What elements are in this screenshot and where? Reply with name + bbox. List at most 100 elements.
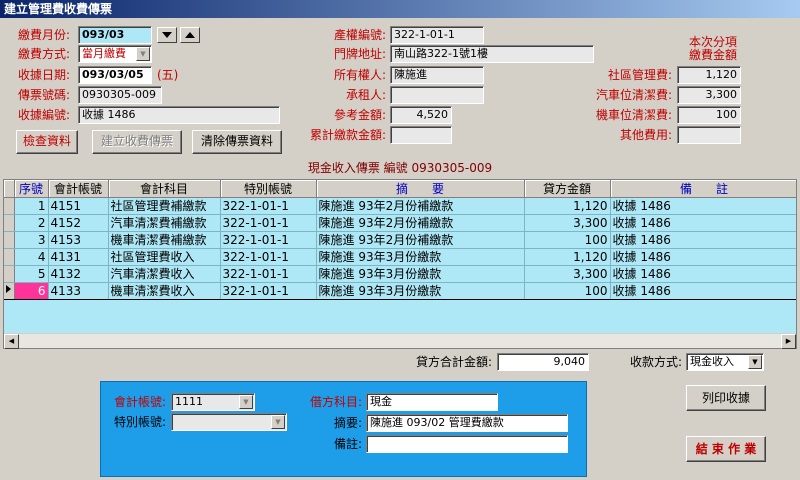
cell-subject[interactable]: 社區管理費補繳款 [108,197,221,215]
fee-method-select[interactable]: 當月繳費 ▼ [78,45,152,63]
clear-voucher-button[interactable]: 清除傳票資料 [192,130,282,154]
window-title: 建立管理費收費傳票 [0,0,800,18]
cell-subject[interactable]: 機車清潔費補繳款 [108,231,221,249]
fee-label-car: 汽車位清潔費: [595,88,672,102]
col-header-credit[interactable]: 貸方金額 [524,180,611,198]
col-header-acct[interactable]: 會計帳號 [48,180,109,198]
tenant-field [390,86,484,104]
col-header-summary[interactable]: 摘 要 [316,180,525,198]
address-field: 南山路322-1號1樓 [390,45,594,63]
ref-amount-label: 參考金額: [333,108,386,122]
col-header-seq[interactable]: 序號 [14,180,49,198]
cell-seq[interactable]: 5 [14,265,49,283]
table-row[interactable]: 4 4131 社區管理費收入 322-1-01-1 陳施進 93年3月份繳款 1… [4,248,796,266]
fee-month-input[interactable]: 093/03 [78,26,152,44]
panel-acct-value: 1111 [175,395,203,408]
panel-note-field [366,435,568,453]
cell-credit[interactable]: 100 [524,231,611,249]
voucher-no-label: 傳票號碼: [18,88,71,102]
cell-special[interactable]: 322-1-01-1 [220,265,317,283]
col-header-special[interactable]: 特別帳號 [220,180,317,198]
chevron-down-icon[interactable]: ▼ [239,395,253,409]
print-receipt-button[interactable]: 列印收據 [686,385,766,411]
scroll-right-icon[interactable]: ▶ [781,334,796,349]
cell-acct[interactable]: 4132 [48,265,109,283]
cell-special[interactable]: 322-1-01-1 [220,214,317,232]
table-row[interactable]: 1 4151 社區管理費補繳款 322-1-01-1 陳施進 93年2月份補繳款… [4,197,796,215]
col-header-note[interactable]: 備 註 [610,180,796,198]
cell-credit[interactable]: 1,120 [524,248,611,266]
payment-method-select[interactable]: 現金收入 ▼ [686,353,764,371]
cell-seq[interactable]: 6 [14,282,49,300]
table-row[interactable]: 5 4132 汽車清潔費收入 322-1-01-1 陳施進 93年3月份繳款 3… [4,265,796,283]
cell-seq[interactable]: 1 [14,197,49,215]
cell-summary[interactable]: 陳施進 93年3月份繳款 [316,248,525,266]
cell-subject[interactable]: 汽車清潔費收入 [108,265,221,283]
cell-summary[interactable]: 陳施進 93年2月份補繳款 [316,214,525,232]
cell-seq[interactable]: 3 [14,231,49,249]
cell-note[interactable]: 收據 1486 [610,231,796,249]
cell-special[interactable]: 322-1-01-1 [220,282,317,300]
cell-note[interactable]: 收據 1486 [610,214,796,232]
chevron-down-icon[interactable]: ▼ [136,47,150,61]
row-selector[interactable] [4,231,15,249]
fee-label-community: 社區管理費: [607,68,672,82]
cell-acct[interactable]: 4133 [48,282,109,300]
table-row[interactable]: 3 4153 機車清潔費補繳款 322-1-01-1 陳施進 93年2月份補繳款… [4,231,796,249]
row-selector[interactable] [4,214,15,232]
panel-acct-select[interactable]: 1111 ▼ [171,393,255,411]
cell-note[interactable]: 收據 1486 [610,282,796,300]
cell-special[interactable]: 322-1-01-1 [220,248,317,266]
table-row[interactable]: 2 4152 汽車清潔費補繳款 322-1-01-1 陳施進 93年2月份補繳款… [4,214,796,232]
chevron-down-icon[interactable]: ▼ [748,355,762,369]
tenant-label: 承租人: [345,88,386,102]
cell-acct[interactable]: 4131 [48,248,109,266]
col-header-subject[interactable]: 會計科目 [108,180,221,198]
fee-label-motorcycle: 機車位清潔費: [595,108,672,122]
cell-acct[interactable]: 4152 [48,214,109,232]
cell-acct[interactable]: 4153 [48,231,109,249]
panel-acct-label: 會計帳號: [113,395,166,409]
check-data-button[interactable]: 檢查資料 [16,130,78,154]
table-row-selected[interactable]: 6 4133 機車清潔費收入 322-1-01-1 陳施進 93年3月份繳款 1… [4,282,796,300]
month-down-button[interactable] [157,27,177,43]
row-selector[interactable] [4,248,15,266]
cell-subject[interactable]: 汽車清潔費補繳款 [108,214,221,232]
row-selector[interactable] [4,197,15,215]
cell-summary[interactable]: 陳施進 93年2月份補繳款 [316,197,525,215]
cell-seq[interactable]: 2 [14,214,49,232]
panel-debit-label: 借方科目: [309,395,362,409]
row-selector-current[interactable] [4,282,15,300]
cell-summary[interactable]: 陳施進 93年2月份補繳款 [316,231,525,249]
create-voucher-button[interactable]: 建立收費傳票 [92,130,182,154]
cell-note[interactable]: 收據 1486 [610,197,796,215]
fees-header-line2: 繳費金額 [688,48,737,62]
cell-special[interactable]: 322-1-01-1 [220,197,317,215]
cell-note[interactable]: 收據 1486 [610,248,796,266]
cell-summary[interactable]: 陳施進 93年3月份繳款 [316,282,525,300]
cell-credit[interactable]: 3,300 [524,214,611,232]
voucher-grid[interactable]: 序號 會計帳號 會計科目 特別帳號 摘 要 貸方金額 備 註 1 4151 社區… [3,179,797,349]
cell-credit[interactable]: 3,300 [524,265,611,283]
cell-note[interactable]: 收據 1486 [610,265,796,283]
cell-acct[interactable]: 4151 [48,197,109,215]
receipt-no-label: 收據編號: [18,108,71,122]
fee-method-label: 繳費方式: [18,47,71,61]
scroll-left-icon[interactable]: ◀ [4,334,19,349]
cell-seq[interactable]: 4 [14,248,49,266]
cell-credit[interactable]: 100 [524,282,611,300]
grid-horizontal-scrollbar[interactable]: ◀ ▶ [4,333,796,349]
weekday-label: (五) [157,68,179,82]
row-selector[interactable] [4,265,15,283]
end-task-button[interactable]: 結 束 作 業 [686,436,766,462]
cell-subject[interactable]: 機車清潔費收入 [108,282,221,300]
cell-special[interactable]: 322-1-01-1 [220,231,317,249]
month-up-button[interactable] [180,27,200,43]
cell-subject[interactable]: 社區管理費收入 [108,248,221,266]
chevron-down-icon[interactable]: ▼ [271,415,285,429]
receipt-date-input[interactable]: 093/03/05 [78,66,152,84]
grid-header-row: 序號 會計帳號 會計科目 特別帳號 摘 要 貸方金額 備 註 [4,180,796,198]
cell-summary[interactable]: 陳施進 93年3月份繳款 [316,265,525,283]
cell-credit[interactable]: 1,120 [524,197,611,215]
panel-special-select[interactable]: ▼ [171,413,287,431]
